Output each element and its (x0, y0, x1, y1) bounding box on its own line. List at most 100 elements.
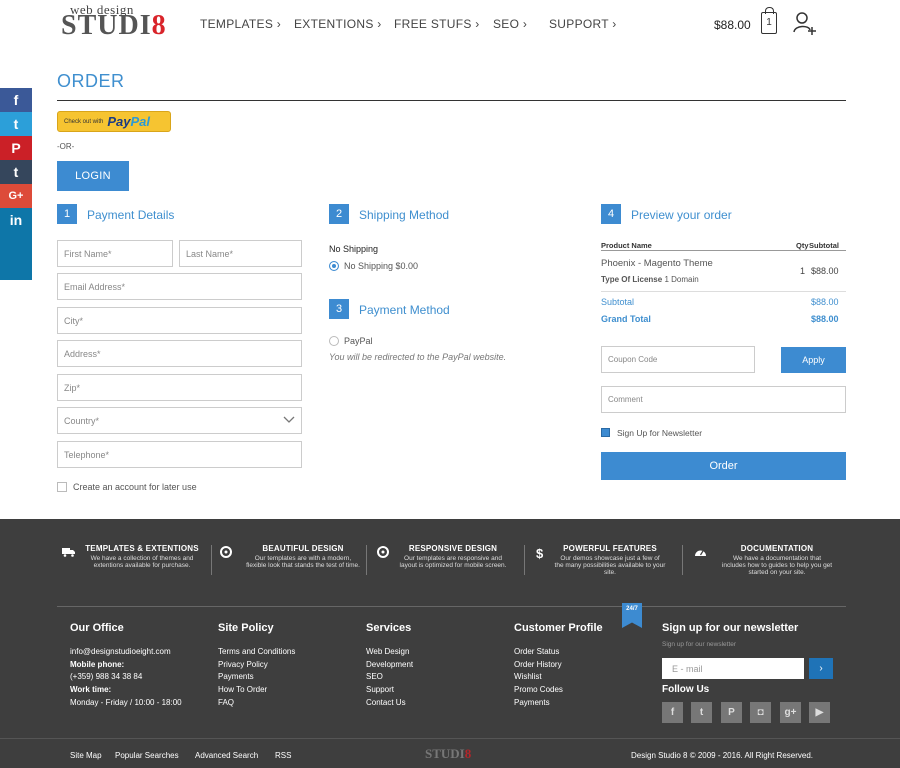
feature-responsive-design: RESPONSIVE DESIGN Our templates are resp… (385, 544, 521, 569)
facebook-icon[interactable]: f (662, 702, 683, 723)
feature-title: TEMPLATES & EXTENTIONS (85, 544, 199, 553)
footer-link[interactable]: FAQ (218, 697, 295, 710)
googleplus-share-icon[interactable]: G+ (0, 184, 32, 208)
newsletter-subtitle: Sign up for our newsletter (662, 641, 737, 648)
feature-powerful-features: POWERFUL FEATURES Our demos showcase jus… (540, 544, 680, 576)
twitter-share-icon[interactable]: t (0, 112, 32, 136)
footer-logo: STUDI8 (425, 746, 471, 762)
apply-coupon-button[interactable]: Apply (781, 347, 846, 373)
paypal-pay: Pay (107, 114, 131, 129)
office-email[interactable]: info@designstudioeight.com (70, 646, 182, 659)
footer-logo-eight: 8 (464, 746, 472, 761)
last-name-field[interactable]: Last Name* (179, 240, 302, 267)
youtube-icon[interactable]: ▶ (809, 702, 830, 723)
nav-templates[interactable]: TEMPLATES › (200, 17, 281, 31)
pinterest-icon[interactable]: P (721, 702, 742, 723)
footer-link[interactable]: Promo Codes (514, 684, 563, 697)
col-qty: Qty (796, 241, 809, 250)
footer-link[interactable]: Wishlist (514, 671, 563, 684)
mobile-label: Mobile phone: (70, 659, 125, 669)
newsletter-email-input[interactable]: E - mail (662, 658, 804, 679)
nav-support[interactable]: SUPPORT › (549, 17, 617, 31)
mobile-value: (+359) 988 34 38 84 (70, 672, 143, 682)
newsletter-submit-button[interactable]: › (809, 658, 833, 679)
create-account-label: Create an account for later use (73, 482, 197, 492)
nav-free-stufs[interactable]: FREE STUFS › (394, 17, 480, 31)
feature-desc: started on your site. (748, 569, 806, 576)
footer-link[interactable]: Privacy Policy (218, 659, 295, 672)
nav-extentions[interactable]: EXTENTIONS › (294, 17, 382, 31)
footer-link[interactable]: Order Status (514, 646, 563, 659)
cart-count: 1 (766, 17, 772, 28)
page-title: ORDER (57, 71, 125, 91)
paypal-checkout-button[interactable]: Check out with PayPal (57, 111, 171, 132)
step-number: 2 (329, 204, 349, 224)
step-number: 1 (57, 204, 77, 224)
footer-link[interactable]: Web Design (366, 646, 413, 659)
email-field[interactable]: Email Address* (57, 273, 302, 300)
nav-seo[interactable]: SEO › (493, 17, 527, 31)
feature-divider (366, 545, 367, 575)
order-button[interactable]: Order (601, 452, 846, 480)
feature-desc: Our demos showcase just a few of (560, 555, 660, 562)
feature-desc: the many possibilities available to your (554, 562, 666, 569)
license-value: 1 Domain (664, 275, 699, 284)
feature-desc: We have a collection of themes and (90, 555, 194, 562)
footer-link[interactable]: Support (366, 684, 413, 697)
tumblr-share-icon[interactable]: t (0, 160, 32, 184)
product-qty: 1 (800, 266, 806, 276)
footer-link[interactable]: Order History (514, 659, 563, 672)
feature-templates: TEMPLATES & EXTENTIONS We have a collect… (76, 544, 208, 569)
address-field[interactable]: Address* (57, 340, 302, 367)
bottom-link-popular-searches[interactable]: Popular Searches (115, 751, 179, 760)
googleplus-icon[interactable]: g+ (780, 702, 801, 723)
footer-link[interactable]: Development (366, 659, 413, 672)
feature-desc: site. (604, 569, 616, 576)
login-button[interactable]: LOGIN (57, 161, 129, 191)
footer-link[interactable]: Payments (514, 697, 563, 710)
feature-title: POWERFUL FEATURES (563, 544, 657, 553)
footer-link[interactable]: Payments (218, 671, 295, 684)
site-policy-links: Terms and Conditions Privacy Policy Paym… (218, 646, 295, 710)
linkedin-share-icon[interactable]: in (0, 208, 32, 280)
footer-link[interactable]: SEO (366, 671, 413, 684)
bottom-link-site-map[interactable]: Site Map (70, 751, 102, 760)
city-field[interactable]: City* (57, 307, 302, 334)
office-title: Our Office (70, 622, 124, 634)
footer-link[interactable]: Contact Us (366, 697, 413, 710)
grand-total-label: Grand Total (601, 314, 651, 324)
instagram-icon[interactable]: ◘ (750, 702, 771, 723)
newsletter-checkbox[interactable] (601, 428, 610, 437)
customer-profile-links: Order Status Order History Wishlist Prom… (514, 646, 563, 710)
bottom-divider (0, 738, 900, 739)
country-select[interactable]: Country* (57, 407, 302, 434)
footer-link[interactable]: How To Order (218, 684, 295, 697)
create-account-checkbox[interactable] (57, 482, 67, 492)
facebook-share-icon[interactable]: f (0, 88, 32, 112)
paypal-radio[interactable] (329, 336, 339, 346)
feature-title: BEAUTIFUL DESIGN (262, 544, 344, 553)
shopping-bag-icon[interactable]: 1 (761, 7, 777, 34)
logo-text: STUDI (61, 10, 152, 41)
bottom-link-advanced-search[interactable]: Advanced Search (195, 751, 258, 760)
add-user-icon[interactable] (792, 10, 818, 36)
comment-textarea[interactable]: Comment (601, 386, 846, 413)
telephone-field[interactable]: Telephone* (57, 441, 302, 468)
paypal-logo: PayPal (107, 114, 150, 129)
site-policy-title: Site Policy (218, 622, 274, 634)
logo[interactable]: STUDI8 (61, 10, 167, 42)
feature-desc: flexible look that stands the test of ti… (246, 562, 360, 569)
footer-divider (57, 606, 846, 607)
zip-field[interactable]: Zip* (57, 374, 302, 401)
pinterest-share-icon[interactable]: P (0, 136, 32, 160)
subtotal-label: Subtotal (601, 297, 635, 307)
first-name-field[interactable]: First Name* (57, 240, 173, 267)
coupon-code-input[interactable]: Coupon Code (601, 346, 755, 373)
twitter-icon[interactable]: t (691, 702, 712, 723)
bottom-link-rss[interactable]: RSS (275, 751, 291, 760)
chevron-down-icon (283, 416, 295, 423)
no-shipping-radio[interactable] (329, 261, 339, 271)
feature-desc: Our templates are with a modern, (254, 555, 352, 562)
lifebuoy-icon (220, 546, 232, 558)
footer-link[interactable]: Terms and Conditions (218, 646, 295, 659)
